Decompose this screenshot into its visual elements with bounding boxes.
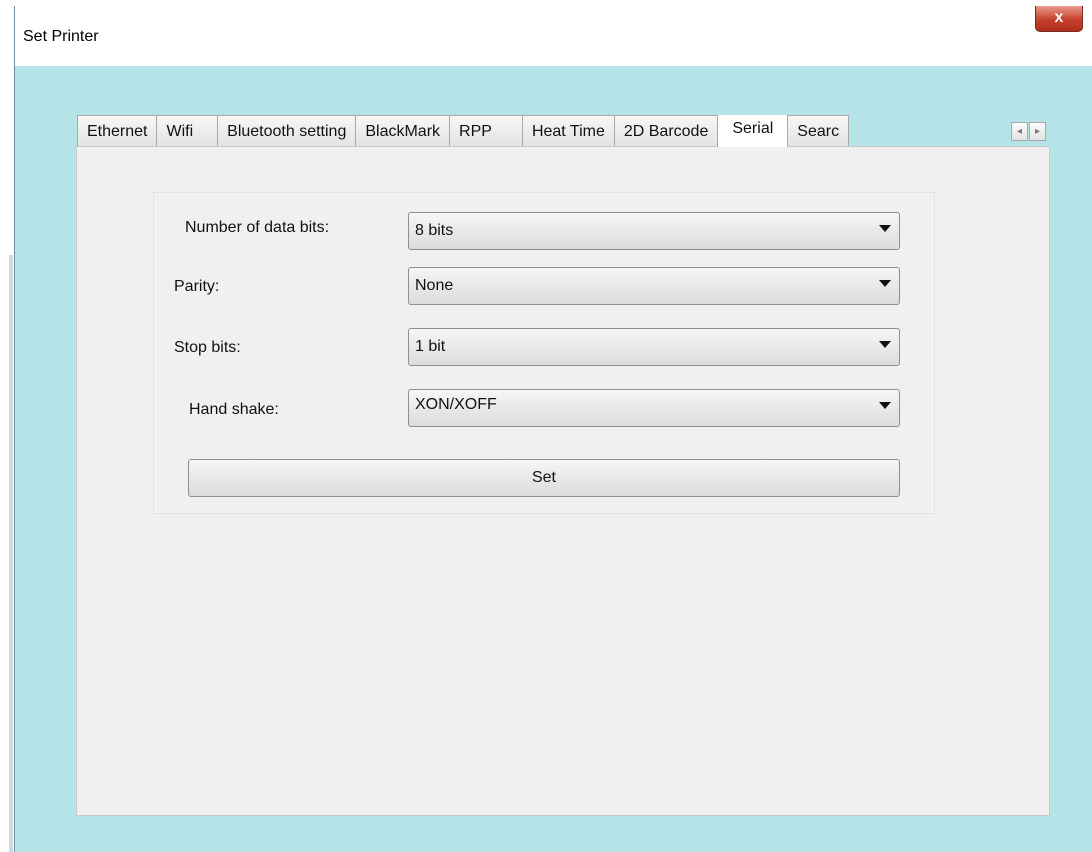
tab-bluetooth-setting[interactable]: Bluetooth setting bbox=[217, 115, 357, 147]
parity-label: Parity: bbox=[174, 278, 220, 295]
set-printer-window: Set Printer x Ethernet Wifi Bluetooth se… bbox=[14, 6, 1092, 852]
chevron-down-icon bbox=[879, 341, 891, 348]
tab-heat-time[interactable]: Heat Time bbox=[521, 115, 615, 147]
serial-settings-group: Number of data bits: 8 bits Parity: None… bbox=[153, 192, 935, 514]
tab-scroll-left-icon[interactable]: ◂ bbox=[1011, 122, 1028, 141]
title-bar: Set Printer x bbox=[15, 6, 1092, 66]
tab-rpp[interactable]: RPP bbox=[449, 115, 523, 147]
tab-wifi[interactable]: Wifi bbox=[156, 115, 219, 147]
tab-scroll-buttons: ◂ ▸ bbox=[1011, 122, 1046, 141]
tab-strip: Ethernet Wifi Bluetooth setting BlackMar… bbox=[77, 115, 953, 147]
data-bits-select[interactable]: 8 bits bbox=[408, 212, 900, 250]
parity-select[interactable]: None bbox=[408, 267, 900, 305]
chevron-down-icon bbox=[879, 402, 891, 409]
stop-bits-label: Stop bits: bbox=[174, 339, 241, 356]
handshake-select[interactable]: XON/XOFF bbox=[408, 389, 900, 427]
window-title: Set Printer bbox=[23, 28, 99, 45]
tab-search[interactable]: Searc bbox=[787, 115, 850, 147]
background-strip bbox=[9, 255, 13, 852]
set-button[interactable]: Set bbox=[188, 459, 900, 497]
close-button[interactable]: x bbox=[1035, 6, 1083, 32]
tab-bar: Ethernet Wifi Bluetooth setting BlackMar… bbox=[75, 109, 1051, 147]
stop-bits-select[interactable]: 1 bit bbox=[408, 328, 900, 366]
serial-tab-panel: Number of data bits: 8 bits Parity: None… bbox=[76, 146, 1050, 816]
handshake-label: Hand shake: bbox=[189, 401, 279, 418]
close-icon: x bbox=[1054, 9, 1064, 26]
data-bits-value: 8 bits bbox=[415, 222, 454, 239]
tab-2d-barcode[interactable]: 2D Barcode bbox=[613, 115, 719, 147]
chevron-down-icon bbox=[879, 225, 891, 232]
tab-ethernet[interactable]: Ethernet bbox=[77, 115, 158, 147]
tab-serial[interactable]: Serial bbox=[717, 115, 789, 147]
tab-blackmark[interactable]: BlackMark bbox=[355, 115, 451, 147]
stop-bits-value: 1 bit bbox=[415, 338, 446, 355]
chevron-down-icon bbox=[879, 280, 891, 287]
data-bits-label: Number of data bits: bbox=[185, 219, 330, 236]
tab-scroll-right-icon[interactable]: ▸ bbox=[1029, 122, 1046, 141]
parity-value: None bbox=[415, 277, 454, 294]
handshake-value: XON/XOFF bbox=[415, 396, 497, 413]
screen-left-edge bbox=[0, 0, 14, 852]
